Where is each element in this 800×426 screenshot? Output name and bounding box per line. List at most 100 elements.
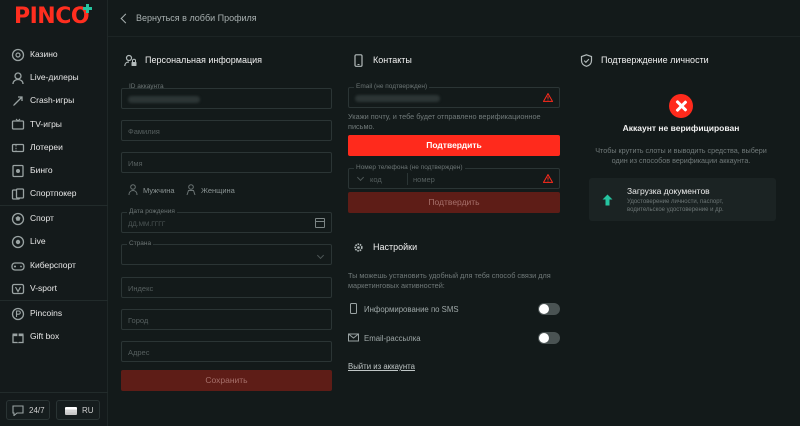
chevron-down-icon xyxy=(316,251,325,260)
phone-field[interactable]: Номер телефона (не подтвержден) код номе… xyxy=(348,164,560,189)
sms-toggle[interactable] xyxy=(538,303,560,315)
field-label: Email (не подтвержден) xyxy=(354,83,430,90)
sidebar-item-v-sport[interactable]: V-sport xyxy=(0,278,108,300)
sidebar-item-pincoins[interactable]: Pincoins xyxy=(0,303,108,325)
masked-value xyxy=(128,96,200,103)
sidebar-item-crash-games[interactable]: Crash-игры xyxy=(0,90,108,112)
birthdate-field[interactable]: Дата рождения ДД.ММ.ГГГГ xyxy=(121,208,332,233)
account-id-field: ID аккаунта xyxy=(121,83,332,109)
sidebar-item-label: V-sport xyxy=(30,283,57,293)
chevron-down-icon[interactable] xyxy=(356,173,365,182)
gear-icon xyxy=(354,243,363,252)
sidebar-item-label: Live-дилеры xyxy=(30,72,79,82)
masked-email xyxy=(355,95,440,102)
sidebar-item-gift-box[interactable]: Gift box xyxy=(0,326,108,348)
city-placeholder: Город xyxy=(128,316,149,325)
section-title: Персональная информация xyxy=(145,55,263,65)
sidebar-item-live-dealers[interactable]: Live-дилеры xyxy=(0,67,108,89)
sidebar-item-label: Gift box xyxy=(30,331,60,341)
country-select[interactable]: Страна xyxy=(121,240,332,265)
field-label: Номер телефона (не подтвержден) xyxy=(354,164,465,171)
verification-status: Аккаунт не верифицирован xyxy=(622,123,740,133)
confirm-phone-button[interactable]: Подтвердить xyxy=(348,192,560,213)
sidebar-item-label: Pincoins xyxy=(30,308,63,318)
index-placeholder: Индекс xyxy=(128,284,154,293)
chevron-left-icon xyxy=(120,13,131,24)
coin-icon xyxy=(11,307,25,321)
sidebar-item-label: Казино xyxy=(30,49,58,59)
upload-description: Удостоверение личности, паспорт, водител… xyxy=(627,199,724,213)
sidebar-item-label: Киберспорт xyxy=(30,260,76,270)
calendar-icon[interactable] xyxy=(315,218,325,228)
settings-header: Настройки xyxy=(352,240,552,256)
russia-flag-icon xyxy=(65,407,77,415)
rocket-icon xyxy=(13,96,23,106)
upload-arrow-icon xyxy=(602,194,613,206)
address-field[interactable]: Адрес xyxy=(121,341,332,362)
cards-icon xyxy=(11,188,25,200)
verification-note: Чтобы крутить слоты и выводить средства,… xyxy=(595,146,767,165)
verification-header: Подтверждение личности xyxy=(580,53,780,69)
envelope-icon xyxy=(348,333,359,342)
field-label: Страна xyxy=(127,240,154,247)
header-divider xyxy=(108,36,800,37)
email-toggle-row: Email-рассылка xyxy=(348,331,560,345)
gender-male-label: Мужчина xyxy=(143,186,175,195)
field-label: ID аккаунта xyxy=(129,83,164,90)
city-field[interactable]: Город xyxy=(121,309,332,330)
warning-icon xyxy=(543,174,553,183)
sidebar-divider xyxy=(0,300,108,301)
sidebar-item-label: Бинго xyxy=(30,165,53,175)
section-title: Настройки xyxy=(373,242,418,252)
email-field[interactable]: Email (не подтвержден) xyxy=(348,83,560,108)
sidebar-item-tv-games[interactable]: TV-игры xyxy=(0,114,108,136)
name-field[interactable]: Имя xyxy=(121,152,332,173)
upload-title: Загрузка документов xyxy=(627,186,710,196)
support-label: 24/7 xyxy=(29,406,45,415)
surname-placeholder: Фамилия xyxy=(128,127,160,136)
field-divider xyxy=(407,173,408,185)
section-title: Контакты xyxy=(373,55,412,65)
upload-documents-card[interactable]: Загрузка документов Удостоверение личнос… xyxy=(589,178,776,221)
sidebar-footer: 24/7 RU xyxy=(0,392,108,426)
sidebar: PINCO Казино Live-дилеры Crash-игры TV-и… xyxy=(0,0,108,426)
phone-icon xyxy=(350,303,357,314)
toggle-knob xyxy=(539,333,549,343)
male-icon xyxy=(128,184,138,195)
pinco-logo[interactable]: PINCO xyxy=(14,4,90,29)
back-label: Вернуться в лобби Профиля xyxy=(136,13,257,23)
sidebar-item-sport[interactable]: Спорт xyxy=(0,208,108,230)
sidebar-item-live[interactable]: Live xyxy=(0,231,108,253)
index-field[interactable]: Индекс xyxy=(121,277,332,298)
surname-field[interactable]: Фамилия xyxy=(121,120,332,141)
phone-code-placeholder: код xyxy=(370,175,382,184)
female-icon xyxy=(186,184,196,195)
toggle-knob xyxy=(539,304,549,314)
support-button[interactable]: 24/7 xyxy=(6,400,50,420)
phone-number-placeholder: номер xyxy=(413,175,435,184)
save-button[interactable]: Сохранить xyxy=(121,370,332,391)
email-newsletter-label: Email-рассылка xyxy=(364,334,421,343)
bingo-icon xyxy=(12,164,24,178)
email-newsletter-toggle[interactable] xyxy=(538,332,560,344)
v-sport-icon xyxy=(11,283,25,295)
language-selector[interactable]: RU xyxy=(56,400,100,420)
sidebar-item-label: Спорт xyxy=(30,213,54,223)
field-label: Дата рождения xyxy=(127,208,177,215)
sidebar-item-sportpoker[interactable]: Спортпокер xyxy=(0,183,108,205)
name-placeholder: Имя xyxy=(128,159,143,168)
chat-support-icon xyxy=(12,405,24,416)
sidebar-item-casino[interactable]: Казино xyxy=(0,44,108,66)
email-note: Укажи почту, и тебе будет отправлено вер… xyxy=(348,112,541,131)
phone-icon xyxy=(354,54,363,67)
confirm-email-button[interactable]: Подтвердить xyxy=(348,135,560,156)
sidebar-divider xyxy=(0,205,108,206)
sidebar-item-lottery[interactable]: Лотереи xyxy=(0,137,108,159)
sidebar-item-bingo[interactable]: Бинго xyxy=(0,160,108,182)
logout-link[interactable]: Выйти из аккаунта xyxy=(348,362,415,371)
sms-label: Информирование по SMS xyxy=(364,305,459,314)
user-lock-icon xyxy=(124,54,137,67)
casino-chip-icon xyxy=(11,48,25,62)
sidebar-item-esports[interactable]: Киберспорт xyxy=(0,255,108,277)
gamepad-icon xyxy=(11,262,25,271)
